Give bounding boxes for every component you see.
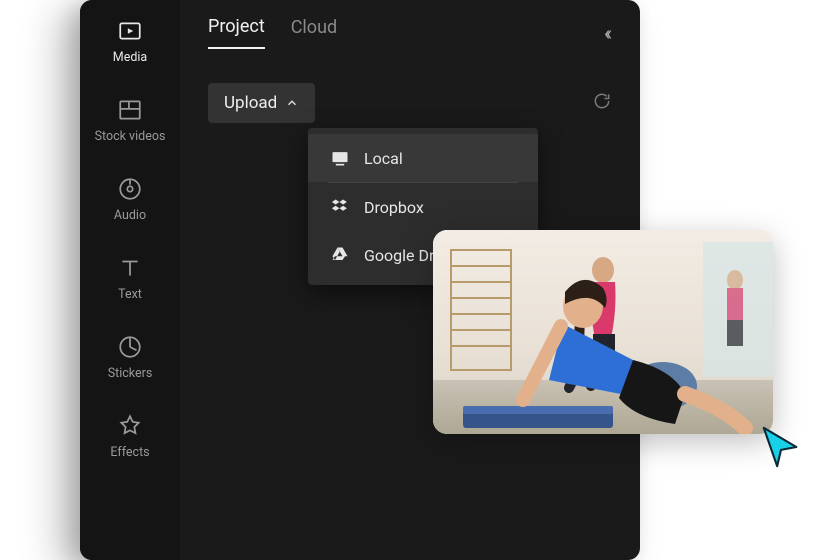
audio-icon [117, 176, 143, 202]
toolbar-row: Upload [208, 83, 612, 123]
upload-option-label: Dropbox [364, 198, 424, 217]
upload-option-label: Local [364, 149, 403, 168]
media-icon [117, 18, 143, 44]
refresh-button[interactable] [592, 91, 612, 115]
tab-project[interactable]: Project [208, 16, 265, 49]
collapse-panel-button[interactable]: ‹‹ [604, 21, 612, 45]
sidebar-label: Stock videos [95, 129, 166, 144]
text-icon [117, 255, 143, 281]
upload-option-local[interactable]: Local [308, 134, 538, 182]
sidebar-label: Media [113, 50, 147, 65]
sidebar-item-audio[interactable]: Audio [80, 176, 180, 223]
local-icon [330, 148, 350, 168]
cursor-pointer-icon [758, 424, 804, 470]
upload-option-dropbox[interactable]: Dropbox [308, 183, 538, 231]
sidebar-label: Text [118, 287, 142, 302]
chevron-up-icon [285, 96, 299, 110]
sidebar-item-effects[interactable]: Effects [80, 413, 180, 460]
tabs: Project Cloud ‹‹ [208, 16, 612, 49]
sidebar-label: Stickers [108, 366, 153, 381]
media-thumbnail[interactable] [433, 230, 773, 434]
stock-videos-icon [117, 97, 143, 123]
upload-button-label: Upload [224, 93, 277, 113]
tab-cloud[interactable]: Cloud [291, 17, 337, 48]
sidebar-label: Audio [114, 208, 146, 223]
dropbox-icon [330, 197, 350, 217]
sidebar-label: Effects [110, 445, 149, 460]
sidebar-item-stickers[interactable]: Stickers [80, 334, 180, 381]
google-drive-icon [330, 245, 350, 265]
sidebar-item-text[interactable]: Text [80, 255, 180, 302]
effects-icon [117, 413, 143, 439]
stickers-icon [117, 334, 143, 360]
upload-button[interactable]: Upload [208, 83, 315, 123]
sidebar-item-media[interactable]: Media [80, 18, 180, 65]
sidebar-item-stock-videos[interactable]: Stock videos [80, 97, 180, 144]
sidebar: Media Stock videos Audio Text [80, 0, 180, 560]
